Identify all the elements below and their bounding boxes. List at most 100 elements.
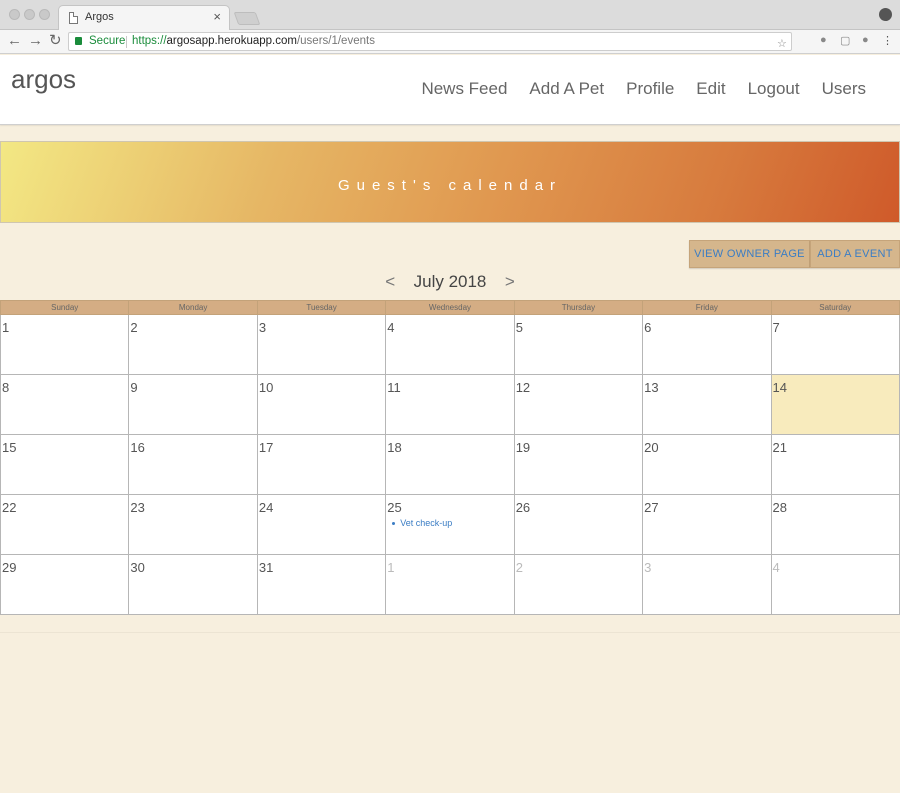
day-number: 11 bbox=[387, 380, 401, 395]
extension-icon-2[interactable]: ▢ bbox=[840, 34, 850, 47]
minimize-window-button[interactable] bbox=[24, 9, 35, 20]
calendar-day-today[interactable]: 14 bbox=[770, 374, 900, 435]
prev-month-button[interactable]: < bbox=[385, 272, 395, 291]
calendar-day[interactable]: 25 Vet check-up bbox=[385, 494, 515, 555]
calendar-week-row: 29 30 31 1 2 3 4 bbox=[0, 554, 900, 615]
nav-add-a-pet[interactable]: Add A Pet bbox=[529, 79, 604, 99]
tab-close-icon[interactable]: × bbox=[213, 9, 221, 24]
calendar-day[interactable]: 4 bbox=[385, 314, 515, 375]
calendar-day[interactable]: 21 bbox=[770, 434, 900, 495]
calendar-day[interactable]: 17 bbox=[256, 434, 387, 495]
calendar-day[interactable]: 10 bbox=[256, 374, 387, 435]
calendar-week-row: 15 16 17 18 19 20 21 bbox=[0, 434, 900, 495]
day-number: 9 bbox=[130, 380, 138, 395]
calendar-day[interactable]: 3 bbox=[256, 314, 387, 375]
calendar-day[interactable]: 23 bbox=[128, 494, 258, 555]
url-text: https://argosapp.herokuapp.com/users/1/e… bbox=[132, 35, 375, 47]
calendar-day[interactable]: 29 bbox=[0, 554, 130, 615]
nav-users[interactable]: Users bbox=[822, 79, 866, 99]
next-month-button[interactable]: > bbox=[505, 272, 515, 291]
day-number: 25 bbox=[387, 500, 402, 515]
calendar-day[interactable]: 28 bbox=[770, 494, 900, 555]
calendar-day[interactable]: 11 bbox=[385, 374, 515, 435]
calendar-day[interactable]: 5 bbox=[513, 314, 644, 375]
calendar-week-row: 1 2 3 4 5 6 7 bbox=[0, 314, 900, 375]
extension-icon-3[interactable]: ● bbox=[862, 34, 869, 46]
event-link[interactable]: Vet check-up bbox=[400, 518, 452, 528]
weekday-header-row: Sunday Monday Tuesday Wednesday Thursday… bbox=[0, 300, 900, 315]
divider bbox=[126, 36, 127, 48]
calendar-day[interactable]: 27 bbox=[642, 494, 772, 555]
calendar-day[interactable]: 16 bbox=[128, 434, 258, 495]
nav-news-feed[interactable]: News Feed bbox=[421, 79, 507, 99]
day-number: 5 bbox=[515, 320, 523, 335]
back-arrow-icon[interactable]: ← bbox=[7, 33, 22, 49]
calendar-day[interactable]: 1 bbox=[385, 554, 515, 615]
day-number: 31 bbox=[258, 560, 274, 575]
brand-logo[interactable]: argos bbox=[11, 64, 76, 95]
calendar-day[interactable]: 12 bbox=[513, 374, 644, 435]
day-number: 14 bbox=[772, 380, 787, 395]
tab-title: Argos bbox=[85, 11, 114, 23]
calendar-day[interactable]: 4 bbox=[770, 554, 900, 615]
nav-edit[interactable]: Edit bbox=[696, 79, 725, 99]
star-icon[interactable]: ☆ bbox=[777, 37, 787, 50]
nav-logout[interactable]: Logout bbox=[748, 79, 800, 99]
view-owner-page-button[interactable]: VIEW OWNER PAGE bbox=[689, 240, 810, 268]
reload-icon[interactable]: ↻ bbox=[49, 33, 62, 49]
calendar-day[interactable]: 31 bbox=[256, 554, 387, 615]
forward-arrow-icon[interactable]: → bbox=[28, 33, 43, 49]
calendar-day[interactable]: 2 bbox=[128, 314, 258, 375]
day-number: 19 bbox=[515, 440, 531, 455]
day-number: 20 bbox=[644, 440, 659, 455]
secure-label: Secure bbox=[89, 35, 126, 47]
url-host: argosapp.herokuapp.com bbox=[166, 35, 297, 47]
url-input[interactable]: Secure https://argosapp.herokuapp.com/us… bbox=[68, 32, 792, 51]
day-number: 1 bbox=[2, 320, 10, 335]
calendar-day[interactable]: 1 bbox=[0, 314, 130, 375]
calendar-week-row: 22 23 24 25 Vet check-up 26 27 28 bbox=[0, 494, 900, 555]
calendar-day[interactable]: 2 bbox=[513, 554, 644, 615]
browser-tab[interactable]: Argos × bbox=[58, 5, 230, 31]
month-navigation: < July 2018 > bbox=[0, 272, 900, 296]
day-number: 3 bbox=[644, 560, 652, 575]
close-window-button[interactable] bbox=[9, 9, 20, 20]
day-number: 29 bbox=[2, 560, 17, 575]
menu-icon[interactable]: ⋮ bbox=[882, 34, 893, 47]
address-bar: ← → ↻ Secure https://argosapp.herokuapp.… bbox=[0, 30, 900, 54]
extension-icon[interactable]: ● bbox=[820, 34, 827, 46]
profile-icon[interactable] bbox=[879, 8, 892, 21]
day-number: 24 bbox=[258, 500, 274, 515]
calendar-day[interactable]: 3 bbox=[642, 554, 772, 615]
page-icon bbox=[69, 12, 78, 24]
calendar-day[interactable]: 9 bbox=[128, 374, 258, 435]
nav-links: News Feed Add A Pet Profile Edit Logout … bbox=[421, 79, 866, 99]
calendar-day[interactable]: 6 bbox=[642, 314, 772, 375]
calendar-day[interactable]: 24 bbox=[256, 494, 387, 555]
calendar-day[interactable]: 26 bbox=[513, 494, 644, 555]
calendar-day[interactable]: 18 bbox=[385, 434, 515, 495]
calendar-grid: Sunday Monday Tuesday Wednesday Thursday… bbox=[0, 300, 900, 615]
calendar-event[interactable]: Vet check-up bbox=[392, 518, 452, 528]
day-number: 6 bbox=[644, 320, 652, 335]
calendar-banner: Guest's calendar bbox=[0, 141, 900, 223]
calendar-day[interactable]: 20 bbox=[642, 434, 772, 495]
calendar-day[interactable]: 7 bbox=[770, 314, 900, 375]
day-number: 13 bbox=[644, 380, 659, 395]
new-tab-button[interactable] bbox=[233, 12, 261, 25]
nav-profile[interactable]: Profile bbox=[626, 79, 674, 99]
calendar-day[interactable]: 13 bbox=[642, 374, 772, 435]
day-number: 2 bbox=[130, 320, 138, 335]
calendar-day[interactable]: 15 bbox=[0, 434, 130, 495]
calendar-day[interactable]: 30 bbox=[128, 554, 258, 615]
calendar-day[interactable]: 22 bbox=[0, 494, 130, 555]
calendar-day[interactable]: 19 bbox=[513, 434, 644, 495]
day-number: 12 bbox=[515, 380, 531, 395]
add-event-button[interactable]: ADD A EVENT bbox=[810, 240, 900, 268]
day-number: 4 bbox=[772, 560, 780, 575]
day-number: 28 bbox=[772, 500, 787, 515]
weekday-header: Thursday bbox=[513, 300, 644, 315]
day-number: 15 bbox=[2, 440, 17, 455]
maximize-window-button[interactable] bbox=[39, 9, 50, 20]
calendar-day[interactable]: 8 bbox=[0, 374, 130, 435]
